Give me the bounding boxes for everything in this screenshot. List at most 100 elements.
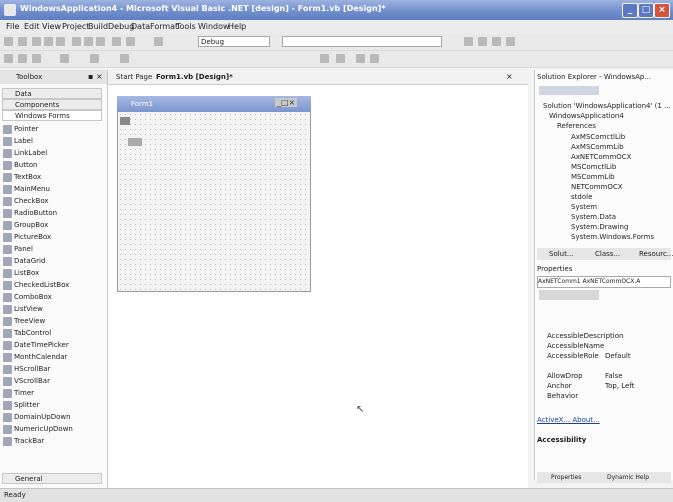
cut-icon[interactable] [72, 37, 81, 46]
bring-front-icon[interactable] [320, 54, 329, 63]
toolbox-tab-windows-forms[interactable]: Windows Forms [2, 110, 102, 121]
toolbox-icon[interactable] [492, 37, 501, 46]
solution-explorer-icon[interactable] [464, 37, 473, 46]
prop-value[interactable]: Default [605, 352, 631, 360]
make-same-size-icon[interactable] [60, 54, 69, 63]
start-icon[interactable] [154, 37, 163, 46]
menu-project[interactable]: Project [62, 22, 89, 31]
tab-form1-design[interactable]: Form1.vb [Design]* [156, 73, 233, 81]
tab-dynamic-help[interactable]: Dynamic Help [607, 474, 649, 481]
tool-splitter[interactable]: Splitter [3, 401, 39, 410]
tab-order-icon[interactable] [370, 54, 379, 63]
toolbox-tab-components[interactable]: Components [2, 99, 102, 110]
tool-mainmenu[interactable]: MainMenu [3, 185, 50, 194]
prop-name[interactable]: AccessibleRole [547, 352, 599, 360]
tool-vscrollbar[interactable]: VScrollBar [3, 377, 50, 386]
menu-build[interactable]: Build [88, 22, 108, 31]
tool-groupbox[interactable]: GroupBox [3, 221, 48, 230]
tree-ref[interactable]: NETCommOCX [571, 183, 623, 191]
properties-object-select[interactable]: AxNETComm1 AxNETCommOCX.A [537, 276, 671, 288]
close-button[interactable]: × [654, 3, 670, 18]
config-select[interactable]: Debug [198, 36, 270, 47]
properties-toolbar[interactable] [539, 290, 599, 300]
save-icon[interactable] [44, 37, 53, 46]
open-icon[interactable] [32, 37, 41, 46]
tree-ref[interactable]: System.Data [571, 213, 616, 221]
maximize-button[interactable]: □ [638, 3, 654, 18]
tree-ref[interactable]: stdole [571, 193, 592, 201]
tree-ref[interactable]: MSComctlLib [571, 163, 616, 171]
tree-ref[interactable]: System.Windows.Forms [571, 233, 654, 241]
prop-name[interactable]: Behavior [547, 392, 578, 400]
other-windows-icon[interactable] [506, 37, 515, 46]
tool-datagrid[interactable]: DataGrid [3, 257, 45, 266]
menu-view[interactable]: View [42, 22, 61, 31]
new-project-icon[interactable] [4, 37, 13, 46]
tool-linklabel[interactable]: LinkLabel [3, 149, 47, 158]
control-icon[interactable] [128, 138, 142, 146]
toolbox-tab-data[interactable]: Data [2, 88, 102, 99]
find-combo[interactable] [282, 36, 442, 47]
save-all-icon[interactable] [56, 37, 65, 46]
menu-window[interactable]: Window [198, 22, 230, 31]
spacing-icon[interactable] [120, 54, 129, 63]
lock-icon[interactable] [356, 54, 365, 63]
tab-start-page[interactable]: Start Page [116, 73, 152, 81]
tool-monthcalendar[interactable]: MonthCalendar [3, 353, 67, 362]
solution-toolbar[interactable] [539, 86, 599, 95]
tool-trackbar[interactable]: TrackBar [3, 437, 44, 446]
prop-name[interactable]: Anchor [547, 382, 572, 390]
align-icon[interactable] [4, 54, 13, 63]
pin-icon[interactable]: ▪ × [88, 72, 103, 81]
minimize-button[interactable]: _ [622, 3, 638, 18]
tab-solution[interactable]: Solut... [549, 250, 574, 258]
tool-listview[interactable]: ListView [3, 305, 43, 314]
prop-name[interactable]: AccessibleDescription [547, 332, 623, 340]
prop-value[interactable]: Top, Left [605, 382, 634, 390]
properties-icon[interactable] [478, 37, 487, 46]
tool-picturebox[interactable]: PictureBox [3, 233, 51, 242]
send-back-icon[interactable] [336, 54, 345, 63]
tool-panel[interactable]: Panel [3, 245, 33, 254]
menu-file[interactable]: File [6, 22, 19, 31]
align-right-icon[interactable] [32, 54, 41, 63]
undo-icon[interactable] [112, 37, 121, 46]
axnetcomm-control-icon[interactable] [120, 117, 130, 125]
tab-resource[interactable]: Resourc... [639, 250, 673, 258]
prop-name[interactable]: AllowDrop [547, 372, 583, 380]
menu-format[interactable]: Format [150, 22, 178, 31]
add-item-icon[interactable] [18, 37, 27, 46]
menu-tools[interactable]: Tools [176, 22, 196, 31]
tool-radiobutton[interactable]: RadioButton [3, 209, 57, 218]
menu-help[interactable]: Help [228, 22, 246, 31]
tree-ref[interactable]: AxMSCommLib [571, 143, 624, 151]
tree-ref[interactable]: System [571, 203, 597, 211]
align-center-icon[interactable] [18, 54, 27, 63]
tree-ref[interactable]: AxNETCommOCX [571, 153, 631, 161]
tool-checkedlistbox[interactable]: CheckedListBox [3, 281, 69, 290]
prop-name[interactable]: AccessibleName [547, 342, 604, 350]
tool-hscrollbar[interactable]: HScrollBar [3, 365, 50, 374]
form1-canvas[interactable] [117, 96, 311, 292]
tree-ref[interactable]: AxMSComctlLib [571, 133, 625, 141]
tool-treeview[interactable]: TreeView [3, 317, 45, 326]
tool-tabcontrol[interactable]: TabControl [3, 329, 51, 338]
tool-textbox[interactable]: TextBox [3, 173, 41, 182]
tree-project[interactable]: WindowsApplication4 [549, 112, 624, 120]
tool-datetimepicker[interactable]: DateTimePicker [3, 341, 69, 350]
tool-numericupdown[interactable]: NumericUpDown [3, 425, 73, 434]
tree-ref[interactable]: System.Drawing [571, 223, 628, 231]
toolbox-tab-general[interactable]: General [2, 473, 102, 484]
paste-icon[interactable] [96, 37, 105, 46]
tree-solution[interactable]: Solution 'WindowsApplication4' (1 ... [543, 102, 671, 110]
prop-value[interactable]: False [605, 372, 623, 380]
tool-combobox[interactable]: ComboBox [3, 293, 52, 302]
copy-icon[interactable] [84, 37, 93, 46]
tool-label[interactable]: Label [3, 137, 33, 146]
grid-icon[interactable] [90, 54, 99, 63]
properties-links[interactable]: ActiveX... About... [537, 416, 600, 424]
tree-references[interactable]: References [557, 122, 596, 130]
tool-domainupdown[interactable]: DomainUpDown [3, 413, 71, 422]
tool-timer[interactable]: Timer [3, 389, 34, 398]
tool-pointer[interactable]: Pointer [3, 125, 39, 134]
